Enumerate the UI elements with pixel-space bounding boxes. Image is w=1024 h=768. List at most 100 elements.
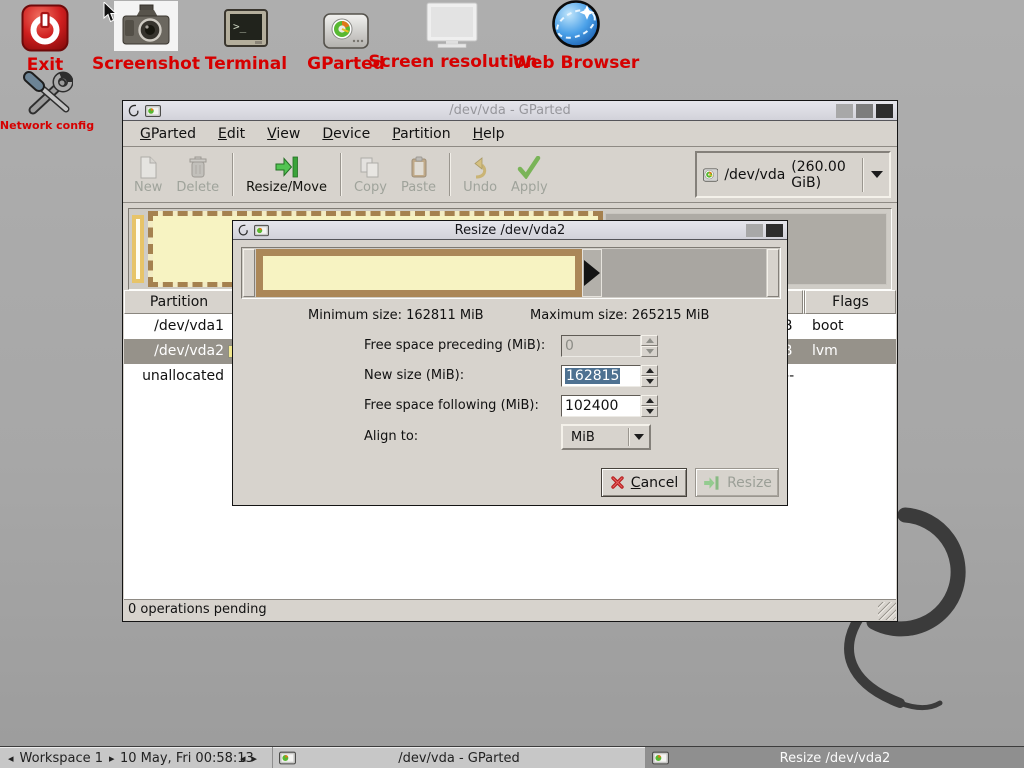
- gparted-titlebar[interactable]: /dev/vda - GParted: [123, 101, 897, 121]
- paste-icon: [410, 154, 428, 180]
- menu-device[interactable]: Device: [311, 123, 381, 145]
- vda1-visual[interactable]: [132, 215, 144, 283]
- new-label: New: [134, 180, 162, 195]
- resize-slider: [241, 247, 781, 299]
- resize-label: Resize: [727, 475, 772, 491]
- close-button[interactable]: [766, 224, 783, 237]
- paste-button[interactable]: Paste: [394, 149, 443, 200]
- align-to-combo[interactable]: MiB: [561, 424, 651, 450]
- desktop: { "colors": { "desktop_label_red": "#d60…: [0, 0, 1024, 768]
- task-label: Resize /dev/vda2: [646, 751, 1024, 766]
- globe-icon: [550, 0, 602, 50]
- free-following-spinbox: 102400: [561, 395, 658, 417]
- gparted-app-icon: [652, 751, 669, 765]
- menu-accel: P: [392, 126, 400, 142]
- cancel-button[interactable]: Cancel: [601, 468, 687, 497]
- undo-icon: [469, 154, 491, 180]
- device-label: /dev/vda: [724, 167, 785, 183]
- resize-arrow-icon: [702, 475, 721, 491]
- resize-grip[interactable]: [878, 602, 896, 620]
- toolbar-separator: [449, 153, 450, 196]
- right-gripper[interactable]: [767, 249, 779, 297]
- camera-icon: [119, 3, 173, 49]
- free-preceding-spinner[interactable]: [641, 335, 658, 357]
- toolbar: New Delete Resize/Move Copy Paste: [123, 147, 897, 203]
- resize-move-button[interactable]: Resize/Move: [239, 149, 334, 200]
- paste-label: Paste: [401, 180, 436, 195]
- apply-button[interactable]: Apply: [504, 149, 555, 200]
- toolbar-separator: [232, 153, 233, 196]
- menu-accel: D: [322, 126, 333, 142]
- partition-name: /dev/vda1: [124, 314, 224, 339]
- new-button[interactable]: New: [127, 149, 169, 200]
- device-size: (260.00 GiB): [791, 159, 856, 191]
- resize-drag-handle[interactable]: [582, 249, 602, 297]
- minimum-size-label: Minimum size: 162811 MiB: [308, 305, 484, 327]
- close-button[interactable]: [876, 104, 893, 118]
- cancel-rest: ancel: [641, 475, 679, 491]
- delete-button[interactable]: Delete: [169, 149, 226, 200]
- spin-up-icon: [646, 368, 654, 373]
- new-size-input[interactable]: 162815: [561, 365, 641, 387]
- maximize-button[interactable]: [856, 104, 873, 118]
- swirl-icon: [127, 103, 141, 118]
- left-gripper[interactable]: [243, 249, 255, 297]
- undo-button[interactable]: Undo: [456, 149, 504, 200]
- menu-gparted[interactable]: GParted: [129, 123, 207, 145]
- tasks-next-icon[interactable]: ▸: [252, 752, 258, 765]
- menu-label: evice: [333, 126, 370, 142]
- menu-label: Parted: [151, 126, 196, 142]
- workspace-prev-icon[interactable]: ◂: [8, 752, 14, 765]
- gparted-app-icon: [254, 224, 269, 237]
- workspace-next-icon[interactable]: ▸: [109, 752, 115, 765]
- menu-edit[interactable]: Edit: [207, 123, 256, 145]
- minimize-button[interactable]: [836, 104, 853, 118]
- menu-help[interactable]: Help: [462, 123, 516, 145]
- menu-accel: G: [140, 126, 151, 142]
- tools-icon: [21, 70, 73, 118]
- align-to-value: MiB: [563, 430, 628, 445]
- handle-arrow-icon: [584, 260, 600, 286]
- resize-move-label: Resize/Move: [246, 180, 327, 195]
- menu-view[interactable]: View: [256, 123, 311, 145]
- menu-accel: V: [267, 126, 276, 142]
- chevron-down-icon: [871, 171, 883, 178]
- column-header-partition[interactable]: Partition: [124, 290, 234, 314]
- menu-label: dit: [227, 126, 245, 142]
- copy-button[interactable]: Copy: [347, 149, 394, 200]
- status-bar: 0 operations pending: [124, 599, 896, 620]
- dialog-titlebar[interactable]: Resize /dev/vda2: [233, 221, 787, 240]
- task-scroll-arrows[interactable]: ◂ ▸: [240, 747, 257, 768]
- copy-icon: [359, 154, 381, 180]
- tasks-prev-icon[interactable]: ◂: [240, 752, 246, 765]
- power-icon: [21, 4, 69, 52]
- gparted-app-icon: [279, 751, 296, 765]
- device-selector[interactable]: /dev/vda (260.00 GiB): [695, 151, 891, 198]
- menu-partition[interactable]: Partition: [381, 123, 461, 145]
- spin-down-icon: [646, 379, 654, 384]
- free-following-spinner[interactable]: [641, 395, 658, 417]
- desktop-icon-screen-resolution[interactable]: Screen resolution: [378, 0, 528, 72]
- free-preceding-input[interactable]: 0: [561, 335, 641, 357]
- menu-accel: H: [473, 126, 484, 142]
- workspace-switcher[interactable]: ◂ Workspace 1 ▸: [8, 747, 115, 768]
- new-size-spinner[interactable]: [641, 365, 658, 387]
- minimize-button[interactable]: [746, 224, 763, 237]
- column-header-flags[interactable]: Flags: [805, 290, 896, 314]
- taskbar-task-resize-dialog[interactable]: Resize /dev/vda2: [645, 747, 1024, 768]
- status-text: 0 operations pending: [128, 602, 267, 617]
- clock: 10 May, Fri 00:58:13: [120, 747, 254, 768]
- free-preceding-label: Free space preceding (MiB):: [364, 335, 545, 357]
- free-following-input[interactable]: 102400: [561, 395, 641, 417]
- desktop-icon-label: Terminal: [205, 54, 287, 74]
- apply-label: Apply: [511, 180, 548, 195]
- desktop-icon-network-config[interactable]: Network config: [0, 70, 107, 132]
- partition-name: /dev/vda2: [124, 339, 224, 364]
- desktop-icon-web-browser[interactable]: Web Browser: [510, 0, 642, 73]
- flags-value: lvm: [812, 339, 838, 364]
- toolbar-separator: [340, 153, 341, 196]
- flags-value: boot: [812, 314, 844, 339]
- taskbar-task-gparted[interactable]: /dev/vda - GParted: [272, 747, 645, 768]
- resize-button[interactable]: Resize: [695, 468, 779, 497]
- spin-up-icon: [646, 338, 654, 343]
